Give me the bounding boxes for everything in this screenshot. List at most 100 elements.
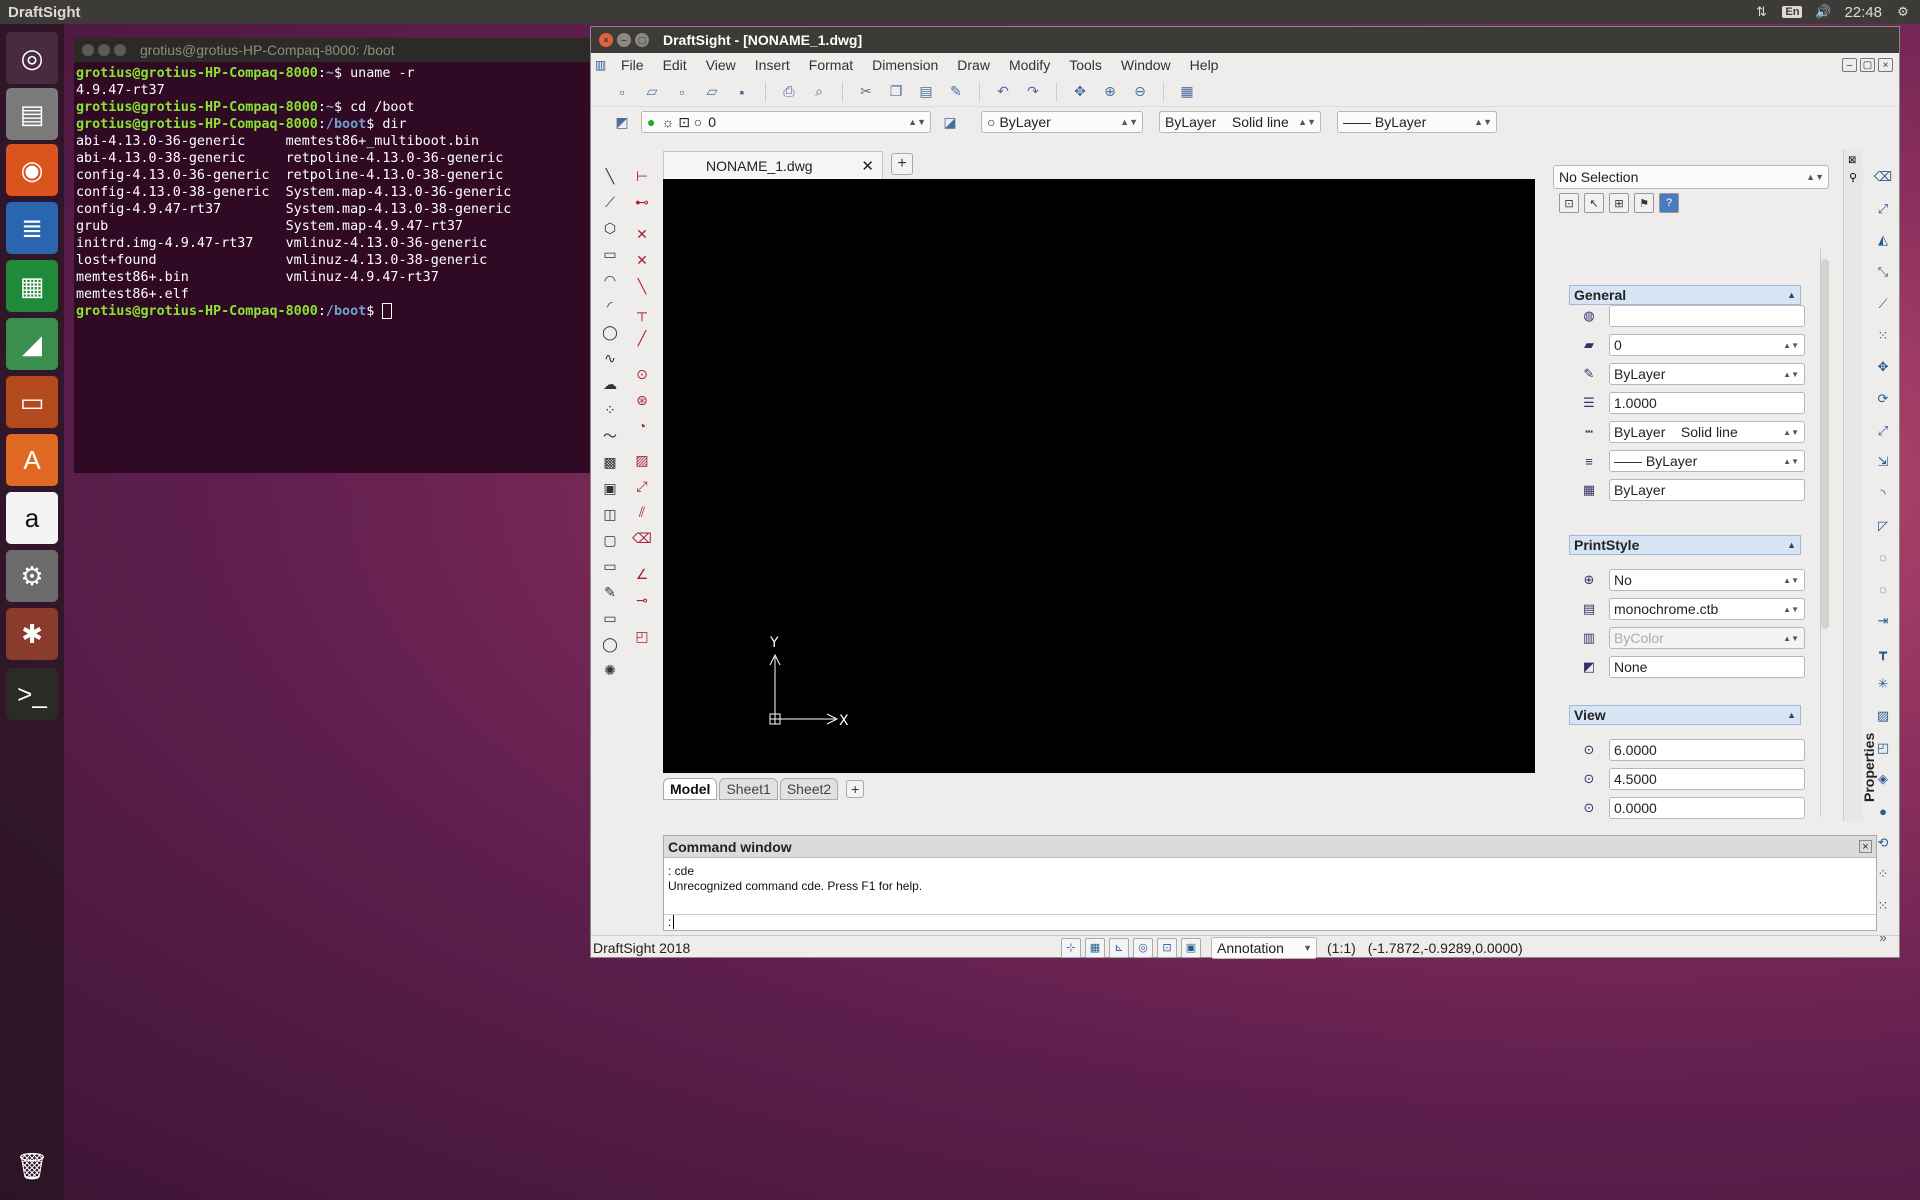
image2-icon[interactable]: ▨ [631, 449, 653, 471]
select-objects-icon[interactable]: ↖ [1584, 193, 1604, 213]
menu-modify[interactable]: Modify [1009, 57, 1050, 73]
close-icon[interactable] [82, 44, 94, 56]
polar-icon[interactable]: ◎ [1133, 937, 1153, 958]
toggle-pickadd-icon[interactable]: ⊞ [1609, 193, 1629, 213]
menu-edit[interactable]: Edit [663, 57, 687, 73]
properties-dock-tab[interactable]: ⊠ ⚲ Properties [1843, 149, 1877, 821]
layer-tool-icon[interactable]: ◈ [1873, 769, 1893, 789]
print-icon[interactable]: ⎙ [778, 81, 800, 103]
terminal-titlebar[interactable]: grotius@grotius-HP-Compaq-8000: /boot [74, 38, 594, 62]
quick-select-icon[interactable]: ⊡ [1559, 193, 1579, 213]
annotation-scale-select[interactable]: Annotation ▼ [1211, 936, 1317, 959]
chamfer-icon[interactable]: ◔ [631, 415, 653, 437]
eraser-icon[interactable]: ⌫ [1873, 167, 1893, 187]
minimize-icon[interactable]: – [617, 33, 631, 47]
amazon-icon[interactable]: a [6, 492, 58, 544]
terminal-window[interactable]: grotius@grotius-HP-Compaq-8000: /boot gr… [74, 38, 594, 473]
parallel-icon[interactable]: ⫽ [631, 501, 653, 523]
draftsight-icon[interactable]: ◢ [6, 318, 58, 370]
properties-scroll-thumb[interactable] [1821, 259, 1829, 629]
zoom-window-icon[interactable]: ⊖ [1129, 81, 1151, 103]
tab-sheet2[interactable]: Sheet2 [779, 778, 839, 800]
dim-linear-icon[interactable]: ⊢ [631, 165, 653, 187]
menu-help[interactable]: Help [1190, 57, 1219, 73]
writer-icon[interactable]: ≣ [6, 202, 58, 254]
paste-icon[interactable]: ▤ [915, 81, 937, 103]
bomb-icon[interactable]: ● [1873, 801, 1893, 821]
print-preview-icon[interactable]: ⌕ [808, 81, 830, 103]
color-select[interactable]: ○ ByLayer ▲▼ [981, 111, 1143, 133]
extend-icon[interactable]: ✕ [631, 249, 653, 271]
open-recent-icon[interactable]: ▱ [701, 81, 723, 103]
terminal-icon[interactable]: >_ [6, 668, 58, 720]
doc-minimize-icon[interactable]: – [1842, 58, 1857, 72]
mirror-icon[interactable]: ◭ [1873, 230, 1893, 250]
copy-icon[interactable]: ❐ [885, 81, 907, 103]
table-icon[interactable]: ◰ [631, 625, 653, 647]
menu-file[interactable]: File [621, 57, 644, 73]
scale-tool-icon[interactable]: ⤢ [1873, 421, 1893, 441]
region-icon[interactable]: ▭ [599, 607, 621, 629]
menu-dimension[interactable]: Dimension [872, 57, 938, 73]
filter-icon[interactable]: ⚑ [1634, 193, 1654, 213]
menu-format[interactable]: Format [809, 57, 853, 73]
explode-icon[interactable]: ✳ [1873, 674, 1893, 694]
new-from-template-icon[interactable]: ▫ [671, 81, 693, 103]
close-icon[interactable]: × [1859, 840, 1872, 853]
target-icon[interactable]: ⊛ [631, 389, 653, 411]
pattern-icon[interactable]: ⟋ [1873, 294, 1893, 314]
etrack-icon[interactable]: ▣ [1181, 937, 1201, 958]
snap-icon[interactable]: ⊹ [1061, 937, 1081, 958]
block-icon[interactable]: ▣ [599, 477, 621, 499]
trim-tool-icon[interactable]: ◌ [1873, 547, 1893, 567]
grid-icon[interactable]: ▦ [1085, 937, 1105, 958]
ortho-icon[interactable]: ⊾ [1109, 937, 1129, 958]
new-icon[interactable]: ▫ [611, 81, 633, 103]
hatch-icon[interactable]: ▩ [599, 451, 621, 473]
close-icon[interactable]: ✕ [861, 157, 874, 175]
selection-select[interactable]: No Selection ▲▼ [1553, 165, 1829, 189]
measure-icon[interactable]: ⤢ [631, 475, 653, 497]
pin-icon[interactable]: ⚲ [1849, 171, 1857, 184]
lineweight-select[interactable]: —— ByLayer ▲▼ [1337, 111, 1497, 133]
rectangle-icon[interactable]: ▭ [599, 243, 621, 265]
ellipse-icon[interactable]: ◯ [599, 633, 621, 655]
cut-icon[interactable]: ✂ [855, 81, 877, 103]
stretch-icon[interactable]: ╱ [631, 327, 653, 349]
copy-tool-icon[interactable]: ⤢ [1873, 199, 1893, 219]
arc2-icon[interactable]: ◜ [599, 295, 621, 317]
zoom-icon[interactable]: ⊕ [1099, 81, 1121, 103]
text-icon[interactable]: ▭ [599, 555, 621, 577]
array-icon[interactable]: ⁙ [1873, 326, 1893, 346]
format-painter-icon[interactable]: ✎ [945, 81, 967, 103]
trash-icon[interactable]: 🗑 [6, 1140, 58, 1192]
line-icon[interactable]: ╲ [599, 165, 621, 187]
volume-icon[interactable]: 🔊 [1814, 4, 1832, 20]
apps-icon[interactable]: ✱ [6, 608, 58, 660]
impress-icon[interactable]: ▭ [6, 376, 58, 428]
firefox-icon[interactable]: ◉ [6, 144, 58, 196]
calc-icon[interactable]: ▦ [6, 260, 58, 312]
polygon-icon[interactable]: ⬡ [599, 217, 621, 239]
spline-icon[interactable]: ∿ [599, 347, 621, 369]
add-sheet-button[interactable]: + [846, 780, 865, 798]
circle-icon[interactable]: ◯ [599, 321, 621, 343]
ubuntu-dash-icon[interactable]: ◎ [6, 32, 58, 84]
menu-insert[interactable]: Insert [755, 57, 790, 73]
angle-icon[interactable]: ∠ [631, 563, 653, 585]
keyboard-layout-indicator[interactable]: En [1782, 6, 1803, 18]
trim-icon[interactable]: ✕ [631, 223, 653, 245]
maximize-icon[interactable] [114, 44, 126, 56]
image-icon[interactable]: ▢ [599, 529, 621, 551]
clock[interactable]: 22:48 [1844, 4, 1882, 21]
properties-palette-icon[interactable]: ▦ [1176, 81, 1198, 103]
menu-view[interactable]: View [706, 57, 736, 73]
menu-window[interactable]: Window [1121, 57, 1171, 73]
maximize-icon[interactable]: ▢ [635, 33, 649, 47]
pan-icon[interactable]: ✥ [1069, 81, 1091, 103]
tab-noname-1[interactable]: NONAME_1.dwg ✕ [663, 151, 883, 179]
break-tool-icon[interactable]: ┳ [1873, 643, 1893, 663]
fillet-icon[interactable]: ◝ [1873, 484, 1893, 504]
center-mark-icon[interactable]: ⊙ [631, 363, 653, 385]
terminal-output[interactable]: grotius@grotius-HP-Compaq-8000:~$ uname … [74, 62, 594, 323]
